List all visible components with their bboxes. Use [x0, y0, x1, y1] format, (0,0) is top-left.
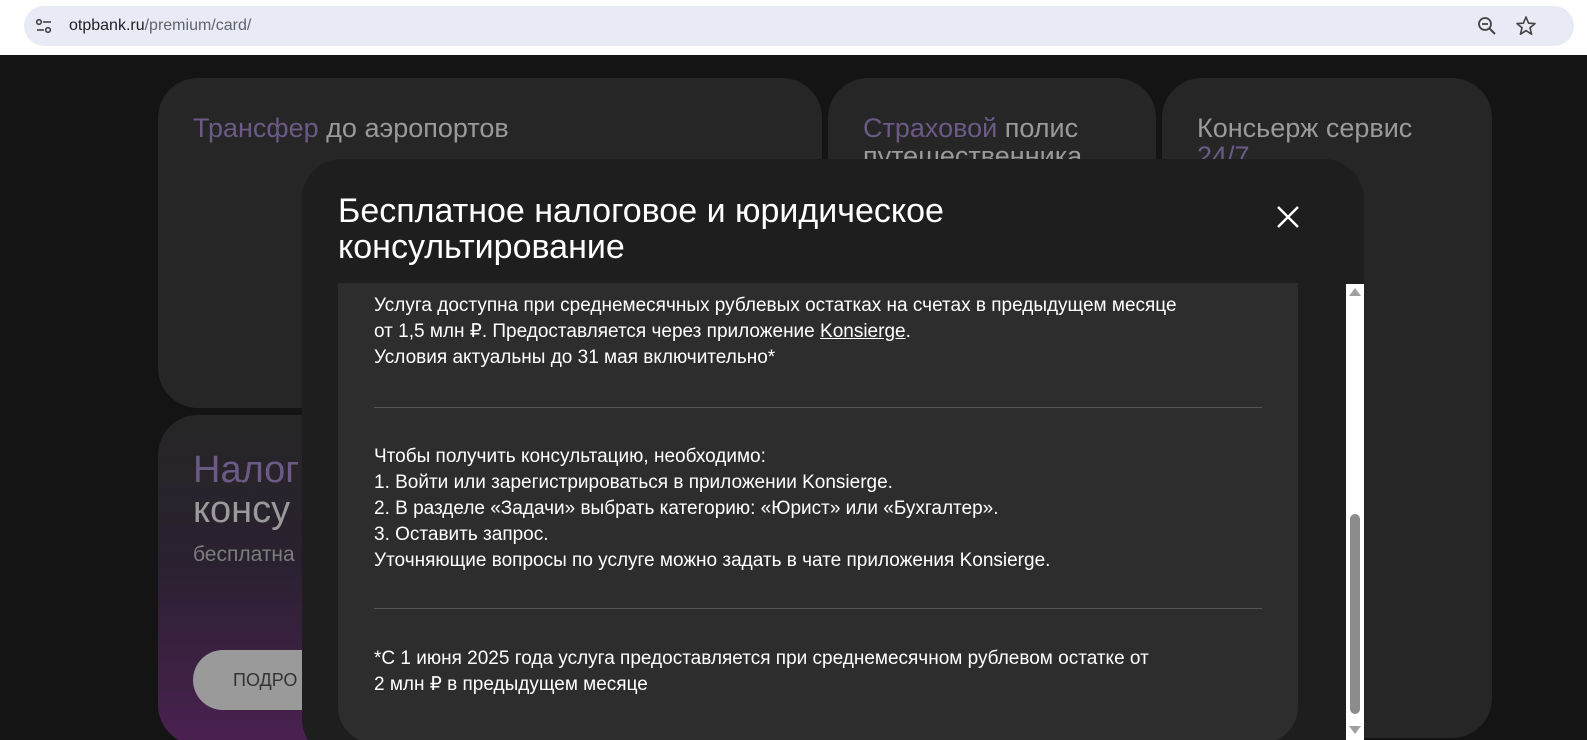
footnote-text: *С 1 июня 2025 года услуга предоставляет… [374, 646, 1274, 698]
modal-scrollbar[interactable] [1346, 284, 1364, 740]
browser-toolbar: otpbank.ru/premium/card/ [0, 0, 1587, 55]
modal-scroll-content[interactable]: Услуга доступна при среднемесячных рубле… [338, 283, 1298, 740]
footnote-line: 2 млн ₽ в предыдущем месяце [374, 674, 648, 695]
url-path: /premium/card/ [144, 17, 252, 34]
instructions-line: 3. Оставить запрос. [374, 524, 549, 545]
promo-title: Налог консу [193, 449, 300, 531]
consulting-modal: Бесплатное налоговое и юридическое консу… [302, 159, 1364, 740]
instructions-line: 1. Войти или зарегистрироваться в прилож… [374, 472, 893, 493]
availability-line-1: Услуга доступна при среднемесячных рубле… [374, 295, 1177, 316]
availability-text: Услуга доступна при среднемесячных рубле… [374, 293, 1274, 371]
transfer-card-title: Трансфер до аэропортов [193, 113, 509, 143]
zoom-out-icon[interactable] [1476, 15, 1498, 37]
url-text[interactable]: otpbank.ru/premium/card/ [69, 17, 251, 35]
close-icon[interactable] [1270, 199, 1306, 235]
scrollbar-thumb[interactable] [1350, 514, 1360, 714]
star-icon[interactable] [1515, 15, 1537, 37]
footnote-line: *С 1 июня 2025 года услуга предоставляет… [374, 648, 1149, 669]
scroll-down-arrow-icon[interactable] [1349, 726, 1361, 734]
instructions-line: 2. В разделе «Задачи» выбрать категорию:… [374, 498, 999, 519]
instructions-line: Чтобы получить консультацию, необходимо: [374, 446, 766, 467]
instructions-text: Чтобы получить консультацию, необходимо:… [374, 444, 1274, 574]
konsierge-link[interactable]: Konsierge [820, 321, 906, 342]
availability-line-3: Условия актуальны до 31 мая включительно… [374, 347, 776, 368]
address-bar[interactable]: otpbank.ru/premium/card/ [24, 6, 1574, 46]
modal-title: Бесплатное налоговое и юридическое консу… [338, 192, 944, 266]
instructions-line: Уточняющие вопросы по услуге можно задат… [374, 550, 1051, 571]
divider [374, 407, 1262, 408]
scroll-up-arrow-icon[interactable] [1349, 288, 1361, 296]
url-host: otpbank.ru [69, 17, 145, 34]
availability-line-2: от 1,5 млн ₽. Предоставляется через прил… [374, 321, 911, 342]
divider [374, 608, 1262, 609]
tune-icon[interactable] [34, 16, 54, 36]
promo-subtitle: бесплатна [193, 543, 295, 566]
